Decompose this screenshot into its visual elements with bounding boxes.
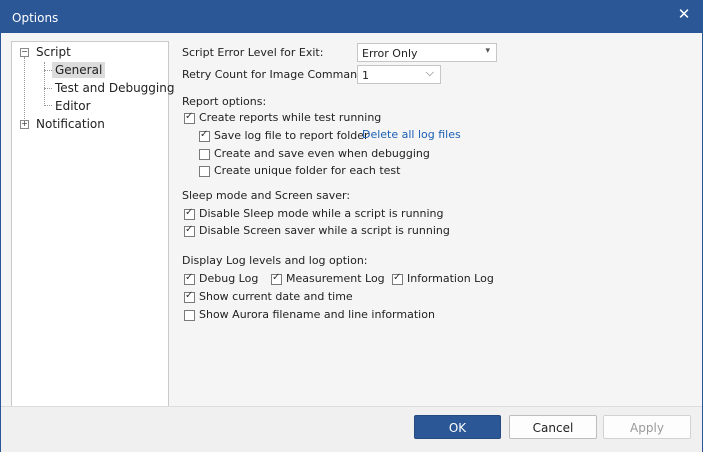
tree-item-test-and-debugging[interactable]: Test and Debugging [55, 80, 174, 96]
tree-item-general[interactable]: General [52, 62, 106, 78]
checkbox-box: ✓ [184, 290, 195, 303]
measurement-log-label: Measurement Log [286, 272, 385, 285]
debug-log-label: Debug Log [199, 272, 259, 285]
error-level-label: Script Error Level for Exit: [182, 46, 324, 59]
retry-count-dropdown[interactable]: 1 ⌵ [357, 65, 441, 84]
tree-connector [44, 105, 52, 106]
dropdown-arrow-icon: ▾ [485, 46, 490, 56]
collapse-icon[interactable]: − [20, 48, 29, 57]
close-icon[interactable]: ✕ [666, 1, 702, 29]
check-icon: ✓ [185, 224, 194, 235]
log-options-heading: Display Log levels and log option: [182, 254, 368, 267]
tree-connector [24, 57, 25, 125]
retry-count-value: 1 [362, 69, 369, 82]
checkbox-box [184, 310, 195, 321]
chevron-down-icon: ⌵ [425, 66, 434, 79]
tree-item-script[interactable]: Script [36, 44, 71, 60]
checkbox-box [199, 149, 210, 160]
checkbox-box: ✓ [271, 272, 282, 285]
tree-connector [44, 88, 52, 89]
tree-connector [44, 62, 45, 106]
error-level-value: Error Only [362, 47, 418, 60]
unique-folder-label: Create unique folder for each test [214, 164, 401, 177]
check-icon: ✓ [185, 290, 194, 301]
dialog-footer: OK Cancel Apply [1, 406, 702, 452]
error-level-dropdown[interactable]: Error Only ▾ [357, 43, 497, 62]
ok-button[interactable]: OK [414, 415, 501, 439]
check-icon: ✓ [200, 129, 209, 140]
checkbox-box: ✓ [199, 129, 210, 142]
retry-count-label: Retry Count for Image Command: [182, 68, 368, 81]
cancel-button[interactable]: Cancel [509, 415, 597, 439]
delete-all-log-files-link[interactable]: Delete all log files [362, 128, 461, 141]
checkbox-box: ✓ [392, 272, 403, 285]
expand-icon[interactable]: + [20, 120, 29, 129]
disable-sleep-label: Disable Sleep mode while a script is run… [199, 207, 444, 220]
tree-item-notification[interactable]: Notification [36, 116, 105, 132]
check-icon: ✓ [185, 272, 194, 283]
checkbox-box [199, 166, 210, 177]
show-date-label: Show current date and time [199, 290, 353, 303]
apply-button[interactable]: Apply [603, 415, 691, 439]
tree-item-editor[interactable]: Editor [55, 98, 91, 114]
sleep-mode-heading: Sleep mode and Screen saver: [182, 189, 351, 202]
checkbox-box: ✓ [184, 224, 195, 237]
report-options-heading: Report options: [182, 95, 267, 108]
dialog-title: Options [12, 11, 59, 25]
show-filename-label: Show Aurora filename and line informatio… [199, 308, 435, 321]
disable-screensaver-label: Disable Screen saver while a script is r… [199, 224, 450, 237]
general-settings-panel: Script Error Level for Exit: Error Only … [168, 41, 692, 406]
checkbox-box: ✓ [184, 207, 195, 220]
check-icon: ✓ [185, 111, 194, 122]
save-log-label: Save log file to report folder [214, 129, 369, 142]
title-bar: Options ✕ [1, 1, 702, 33]
check-icon: ✓ [185, 207, 194, 218]
checkbox-box: ✓ [184, 111, 195, 124]
options-tree[interactable]: − Script General Test and Debugging Edit… [11, 41, 174, 408]
information-log-label: Information Log [407, 272, 494, 285]
check-icon: ✓ [272, 272, 281, 283]
create-reports-label: Create reports while test running [199, 111, 382, 124]
tree-connector [44, 70, 52, 71]
options-dialog: Options ✕ − Script General Test and Debu… [0, 0, 703, 452]
create-when-debugging-label: Create and save even when debugging [214, 147, 430, 160]
check-icon: ✓ [393, 272, 402, 283]
checkbox-box: ✓ [184, 272, 195, 285]
